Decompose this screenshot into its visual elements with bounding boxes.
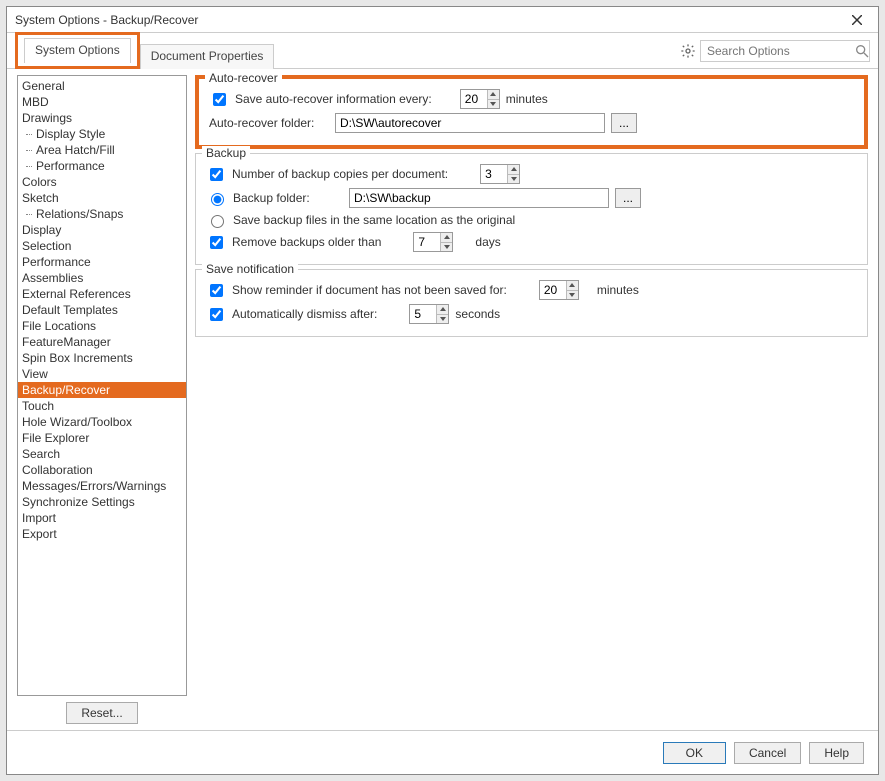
- tab-system-options[interactable]: System Options: [24, 38, 131, 63]
- category-tree[interactable]: GeneralMBDDrawingsDisplay StyleArea Hatc…: [17, 75, 187, 696]
- spin-up-icon[interactable]: [566, 281, 578, 291]
- group-auto-recover: Auto-recover Save auto-recover informati…: [195, 75, 868, 149]
- lbl-backup-folder: Backup folder:: [233, 191, 343, 205]
- dialog-window: System Options - Backup/Recover System O…: [6, 6, 879, 775]
- tab-strip: System Options Document Properties: [15, 31, 274, 68]
- lbl-reminder-unit: minutes: [597, 283, 639, 297]
- browse-auto-recover[interactable]: ...: [611, 113, 637, 133]
- tree-item[interactable]: Display Style: [18, 126, 186, 142]
- tree-item[interactable]: Search: [18, 446, 186, 462]
- dialog-footer: OK Cancel Help: [7, 730, 878, 774]
- close-button[interactable]: [844, 7, 870, 33]
- toolbar: System Options Document Properties: [7, 33, 878, 69]
- tree-item[interactable]: Backup/Recover: [18, 382, 186, 398]
- tree-item[interactable]: General: [18, 78, 186, 94]
- spin-down-icon[interactable]: [440, 243, 452, 252]
- tree-item[interactable]: Export: [18, 526, 186, 542]
- tree-item[interactable]: View: [18, 366, 186, 382]
- chk-backup-copies[interactable]: [210, 168, 223, 181]
- tree-item[interactable]: FeatureManager: [18, 334, 186, 350]
- tree-item[interactable]: Sketch: [18, 190, 186, 206]
- lbl-backup-same-location: Save backup files in the same location a…: [233, 213, 515, 227]
- titlebar: System Options - Backup/Recover: [7, 7, 878, 33]
- tree-item[interactable]: Performance: [18, 254, 186, 270]
- lbl-auto-dismiss: Automatically dismiss after:: [232, 307, 377, 321]
- tree-item[interactable]: Default Templates: [18, 302, 186, 318]
- spin-up-icon[interactable]: [507, 165, 519, 175]
- tree-item[interactable]: File Locations: [18, 318, 186, 334]
- group-title-backup: Backup: [202, 146, 250, 160]
- group-title-save-notification: Save notification: [202, 262, 298, 276]
- tree-item[interactable]: Messages/Errors/Warnings: [18, 478, 186, 494]
- sidebar: GeneralMBDDrawingsDisplay StyleArea Hatc…: [17, 75, 187, 726]
- ok-button[interactable]: OK: [663, 742, 726, 764]
- group-save-notification: Save notification Show reminder if docum…: [195, 269, 868, 337]
- spin-up-icon[interactable]: [436, 305, 448, 315]
- tree-item[interactable]: Import: [18, 510, 186, 526]
- auto-recover-folder[interactable]: [335, 113, 605, 133]
- spin-down-icon[interactable]: [487, 100, 499, 109]
- lbl-dismiss-unit: seconds: [455, 307, 500, 321]
- tree-item[interactable]: Collaboration: [18, 462, 186, 478]
- radio-backup-same-location[interactable]: [211, 215, 224, 228]
- tree-item[interactable]: External References: [18, 286, 186, 302]
- backup-folder[interactable]: [349, 188, 609, 208]
- browse-backup[interactable]: ...: [615, 188, 641, 208]
- tree-item[interactable]: Colors: [18, 174, 186, 190]
- tree-item[interactable]: Spin Box Increments: [18, 350, 186, 366]
- lbl-remove-old-backups: Remove backups older than: [232, 235, 381, 249]
- lbl-show-reminder: Show reminder if document has not been s…: [232, 283, 507, 297]
- tree-item[interactable]: File Explorer: [18, 430, 186, 446]
- tree-item[interactable]: Drawings: [18, 110, 186, 126]
- gear-icon: [680, 43, 696, 59]
- chk-show-reminder[interactable]: [210, 284, 223, 297]
- search-icon: [854, 43, 870, 59]
- spin-down-icon[interactable]: [507, 175, 519, 184]
- reset-button[interactable]: Reset...: [66, 702, 137, 724]
- group-backup: Backup Number of backup copies per docum…: [195, 153, 868, 265]
- tree-item[interactable]: Synchronize Settings: [18, 494, 186, 510]
- reset-wrap: Reset...: [17, 696, 187, 726]
- tree-item[interactable]: Selection: [18, 238, 186, 254]
- tree-item[interactable]: Hole Wizard/Toolbox: [18, 414, 186, 430]
- chk-save-auto-recover[interactable]: [213, 93, 226, 106]
- tree-item[interactable]: Area Hatch/Fill: [18, 142, 186, 158]
- spin-up-icon[interactable]: [487, 90, 499, 100]
- search-input[interactable]: [700, 40, 870, 62]
- tree-item[interactable]: Assemblies: [18, 270, 186, 286]
- tree-item[interactable]: MBD: [18, 94, 186, 110]
- content-pane: Auto-recover Save auto-recover informati…: [195, 75, 868, 726]
- lbl-backup-copies: Number of backup copies per document:: [232, 167, 448, 181]
- spin-down-icon[interactable]: [436, 315, 448, 324]
- lbl-auto-recover-folder: Auto-recover folder:: [209, 116, 329, 130]
- tree-item[interactable]: Display: [18, 222, 186, 238]
- chk-auto-dismiss[interactable]: [210, 308, 223, 321]
- tree-item[interactable]: Touch: [18, 398, 186, 414]
- group-title-auto-recover: Auto-recover: [205, 71, 282, 85]
- tree-item[interactable]: Relations/Snaps: [18, 206, 186, 222]
- help-button[interactable]: Help: [809, 742, 864, 764]
- close-icon: [852, 15, 862, 25]
- chk-remove-old-backups[interactable]: [210, 236, 223, 249]
- lbl-save-auto-recover: Save auto-recover information every:: [235, 92, 432, 106]
- lbl-days: days: [475, 235, 500, 249]
- tree-item[interactable]: Performance: [18, 158, 186, 174]
- lbl-minutes: minutes: [506, 92, 548, 106]
- dialog-body: GeneralMBDDrawingsDisplay StyleArea Hatc…: [7, 69, 878, 730]
- cancel-button[interactable]: Cancel: [734, 742, 801, 764]
- radio-backup-folder[interactable]: [211, 193, 224, 206]
- tab-system-options-highlight: System Options: [15, 32, 140, 69]
- tab-document-properties[interactable]: Document Properties: [140, 44, 275, 69]
- window-title: System Options - Backup/Recover: [15, 13, 844, 27]
- spin-up-icon[interactable]: [440, 233, 452, 243]
- spin-down-icon[interactable]: [566, 291, 578, 300]
- search-wrap: [680, 40, 870, 68]
